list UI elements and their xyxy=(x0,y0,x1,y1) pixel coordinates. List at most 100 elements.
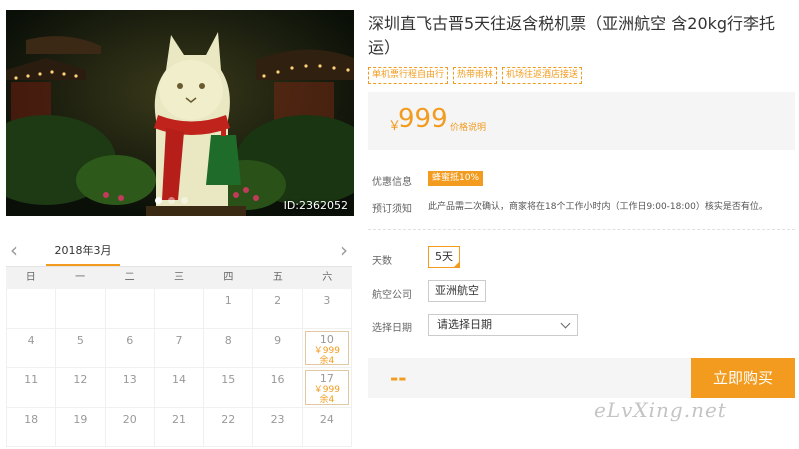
day-number: 19 xyxy=(73,412,88,426)
calendar-day-cell: 1 xyxy=(204,289,254,329)
calendar-day-cell: 18 xyxy=(7,407,57,447)
calendar-day-cell: 15 xyxy=(204,368,254,408)
days-label: 天数 xyxy=(372,256,392,267)
day-number: 14 xyxy=(171,373,186,386)
date-select-value: 请选择日期 xyxy=(437,318,492,331)
price-note-link[interactable]: 价格说明 xyxy=(450,120,486,133)
temple-cat-statue-image xyxy=(6,10,354,216)
day-number: 20 xyxy=(122,412,137,426)
calendar-day-cell: 11 xyxy=(7,368,57,408)
notice-label: 预订须知 xyxy=(372,204,412,215)
calendar-day-cell: 6 xyxy=(105,328,155,368)
selected-check-icon xyxy=(453,261,460,268)
chevron-right-icon[interactable]: › xyxy=(340,240,348,260)
day-stock: 余4 xyxy=(319,355,335,366)
slide-dot[interactable] xyxy=(168,197,175,204)
date-label: 选择日期 xyxy=(372,323,412,334)
slide-dot[interactable] xyxy=(155,197,162,204)
buy-now-button[interactable]: 立即购买 xyxy=(691,358,795,398)
calendar-day-cell: 21 xyxy=(154,407,205,447)
product-tag: 机场往返酒店接送 xyxy=(502,67,583,84)
day-stock: 余4 xyxy=(319,395,335,405)
day-number: 13 xyxy=(122,373,137,386)
calendar-day-cell: 7 xyxy=(154,328,205,368)
calendar-day-cell: 14 xyxy=(154,368,205,408)
calendar-day-cell: 9 xyxy=(253,328,303,368)
available-date[interactable]: 17 ￥999 余4 xyxy=(304,370,349,405)
calendar-day-cell[interactable]: 17 ￥999 余4 xyxy=(302,368,352,408)
calendar-day-cell: 5 xyxy=(56,328,106,368)
weekday-label: 二 xyxy=(124,272,135,283)
days-option[interactable]: 5天 xyxy=(428,246,460,268)
weekday-label: 五 xyxy=(272,272,283,283)
chevron-down-icon xyxy=(560,318,571,329)
notice-text: 此产品需二次确认，商家将在18个工作小时内（工作日9:00-18:00）核实是否… xyxy=(428,202,768,212)
airline-label: 航空公司 xyxy=(372,290,412,301)
price-calendar: ‹ 2018年3月 › 日 一 二 三 四 五 六 1 2 3 4 5 6 7 8 9 10 ￥99… xyxy=(6,236,352,449)
price-value: 999 xyxy=(398,104,448,134)
calendar-day-cell xyxy=(105,289,155,329)
day-price: ￥999 xyxy=(313,385,340,395)
day-number: 5 xyxy=(76,333,84,347)
product-tag: 热带雨林 xyxy=(453,67,498,84)
day-number: 15 xyxy=(221,373,236,386)
day-number: 17 xyxy=(319,372,334,385)
airline-option-value: 亚洲航空 xyxy=(435,284,479,297)
calendar-day-cell[interactable]: 10 ￥999 余4 xyxy=(302,328,352,368)
calendar-day-cell: 20 xyxy=(105,407,155,447)
day-number: 8 xyxy=(224,333,232,347)
discount-label: 优惠信息 xyxy=(372,177,412,188)
calendar-day-cell: 4 xyxy=(7,328,57,368)
calendar-day-cell: 12 xyxy=(56,368,106,408)
calendar-day-cell: 16 xyxy=(253,368,303,408)
day-number: 23 xyxy=(270,412,285,426)
weekday-label: 四 xyxy=(223,272,234,283)
calendar-day-cell xyxy=(56,289,106,329)
slide-dot[interactable] xyxy=(181,197,188,204)
weekday-label: 日 xyxy=(25,272,36,283)
day-number: 22 xyxy=(221,412,236,426)
day-number: 4 xyxy=(27,333,35,347)
chevron-left-icon[interactable]: ‹ xyxy=(10,240,18,260)
calendar-day-cell: 8 xyxy=(204,328,254,368)
date-select[interactable]: 请选择日期 xyxy=(428,314,578,336)
product-photo[interactable]: ID:2362052 xyxy=(6,10,354,216)
day-number: 6 xyxy=(126,333,134,347)
product-tag: 单机票行程自由行 xyxy=(368,67,449,84)
total-price: -- xyxy=(390,366,407,390)
calendar-grid: 1 2 3 4 5 6 7 8 9 10 ￥999 余4 11 12 13 14 15 16 17 ￥999 余4 18 1… xyxy=(6,289,352,447)
days-option-value: 5天 xyxy=(435,250,453,263)
day-number: 7 xyxy=(175,333,183,347)
day-number: 16 xyxy=(270,373,285,386)
purchase-bar: -- 立即购买 xyxy=(368,358,795,398)
calendar-day-cell xyxy=(154,289,205,329)
weekday-label: 三 xyxy=(173,272,184,283)
day-number: 3 xyxy=(323,294,331,307)
calendar-day-cell: 19 xyxy=(56,407,106,447)
weekday-label: 一 xyxy=(75,272,86,283)
day-number: 18 xyxy=(24,412,39,426)
calendar-day-cell xyxy=(7,289,57,329)
day-number: 1 xyxy=(224,294,232,307)
section-divider xyxy=(368,229,795,230)
slide-indicator xyxy=(155,197,188,204)
calendar-day-cell: 3 xyxy=(302,289,352,329)
photo-id-label: ID:2362052 xyxy=(283,199,348,212)
calendar-day-cell: 2 xyxy=(253,289,303,329)
weekday-label: 六 xyxy=(322,272,333,283)
day-number: 21 xyxy=(171,412,186,426)
calendar-day-cell: 24 xyxy=(302,407,352,447)
price-box: ￥ 999 价格说明 xyxy=(368,92,795,150)
day-number: 10 xyxy=(319,332,334,346)
available-date[interactable]: 10 ￥999 余4 xyxy=(304,330,349,366)
calendar-day-cell: 23 xyxy=(253,407,303,447)
day-number: 24 xyxy=(319,412,334,426)
day-price: ￥999 xyxy=(313,345,340,356)
calendar-month-tab[interactable]: 2018年3月 xyxy=(46,242,120,258)
site-watermark: eLvXing.net xyxy=(594,398,727,422)
product-title: 深圳直飞古晋5天往返含税机票（亚洲航空 含20kg行李托运） xyxy=(368,14,776,57)
airline-option[interactable]: 亚洲航空 xyxy=(428,280,486,302)
day-number: 12 xyxy=(73,373,88,386)
day-number: 2 xyxy=(274,294,282,307)
day-number: 11 xyxy=(24,373,39,386)
